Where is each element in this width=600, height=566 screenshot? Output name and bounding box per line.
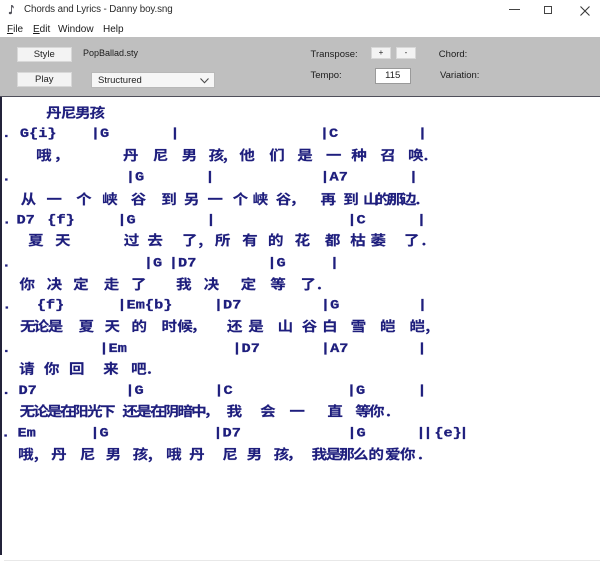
svg-text:|D7: |D7 <box>214 299 242 314</box>
svg-text:.: . <box>2 342 11 357</box>
svg-text:|: | <box>418 127 427 142</box>
svg-text:|: | <box>418 299 427 314</box>
svg-text:|: | <box>417 384 426 399</box>
svg-text:|G: |G <box>125 384 143 399</box>
svg-text:|G: |G <box>144 256 162 271</box>
svg-text:|Em{b}: |Em{b} <box>117 299 172 314</box>
svg-text:D7: D7 <box>16 213 34 228</box>
svg-text:|D7: |D7 <box>213 426 241 441</box>
svg-text:{f}: {f} <box>47 213 75 228</box>
svg-text:|G: |G <box>347 426 365 441</box>
svg-text:|: | <box>170 127 179 142</box>
svg-text:|G: |G <box>126 170 144 185</box>
svg-text:|: | <box>423 426 432 441</box>
svg-text:.: . <box>2 299 11 314</box>
svg-text:|G: |G <box>117 213 135 228</box>
svg-text:|G: |G <box>91 127 109 142</box>
svg-text:.: . <box>1 384 10 399</box>
svg-text:D7: D7 <box>18 384 36 399</box>
svg-text:|: | <box>205 170 214 185</box>
svg-text:|A7: |A7 <box>321 342 349 357</box>
svg-text:|A7: |A7 <box>320 170 348 185</box>
svg-text:|C: |C <box>214 384 233 399</box>
svg-text:|: | <box>417 213 426 228</box>
svg-text:.: . <box>1 426 10 441</box>
svg-text:G{i}: G{i} <box>20 127 57 142</box>
svg-text:|: | <box>330 256 339 271</box>
svg-text:|: | <box>206 213 215 228</box>
svg-text:.: . <box>2 127 11 142</box>
svg-text:.: . <box>2 213 11 228</box>
svg-text:|D7: |D7 <box>232 342 260 357</box>
svg-text:|G: |G <box>321 299 339 314</box>
svg-text:|: | <box>409 170 418 185</box>
svg-text:|C: |C <box>320 127 339 142</box>
svg-text:Em: Em <box>17 426 35 441</box>
svg-text:|Em: |Em <box>99 342 127 357</box>
svg-text:|: | <box>459 426 468 441</box>
svg-text:|G: |G <box>90 426 108 441</box>
svg-text:|G: |G <box>267 256 285 271</box>
svg-text:|G: |G <box>347 384 365 399</box>
svg-text:.: . <box>2 256 11 271</box>
svg-text:|D7: |D7 <box>169 256 197 271</box>
svg-text:{e}: {e} <box>434 426 462 441</box>
svg-text:{f}: {f} <box>37 299 65 314</box>
svg-text:|C: |C <box>347 213 366 228</box>
svg-text:|: | <box>417 342 426 357</box>
svg-text:.: . <box>2 170 11 185</box>
